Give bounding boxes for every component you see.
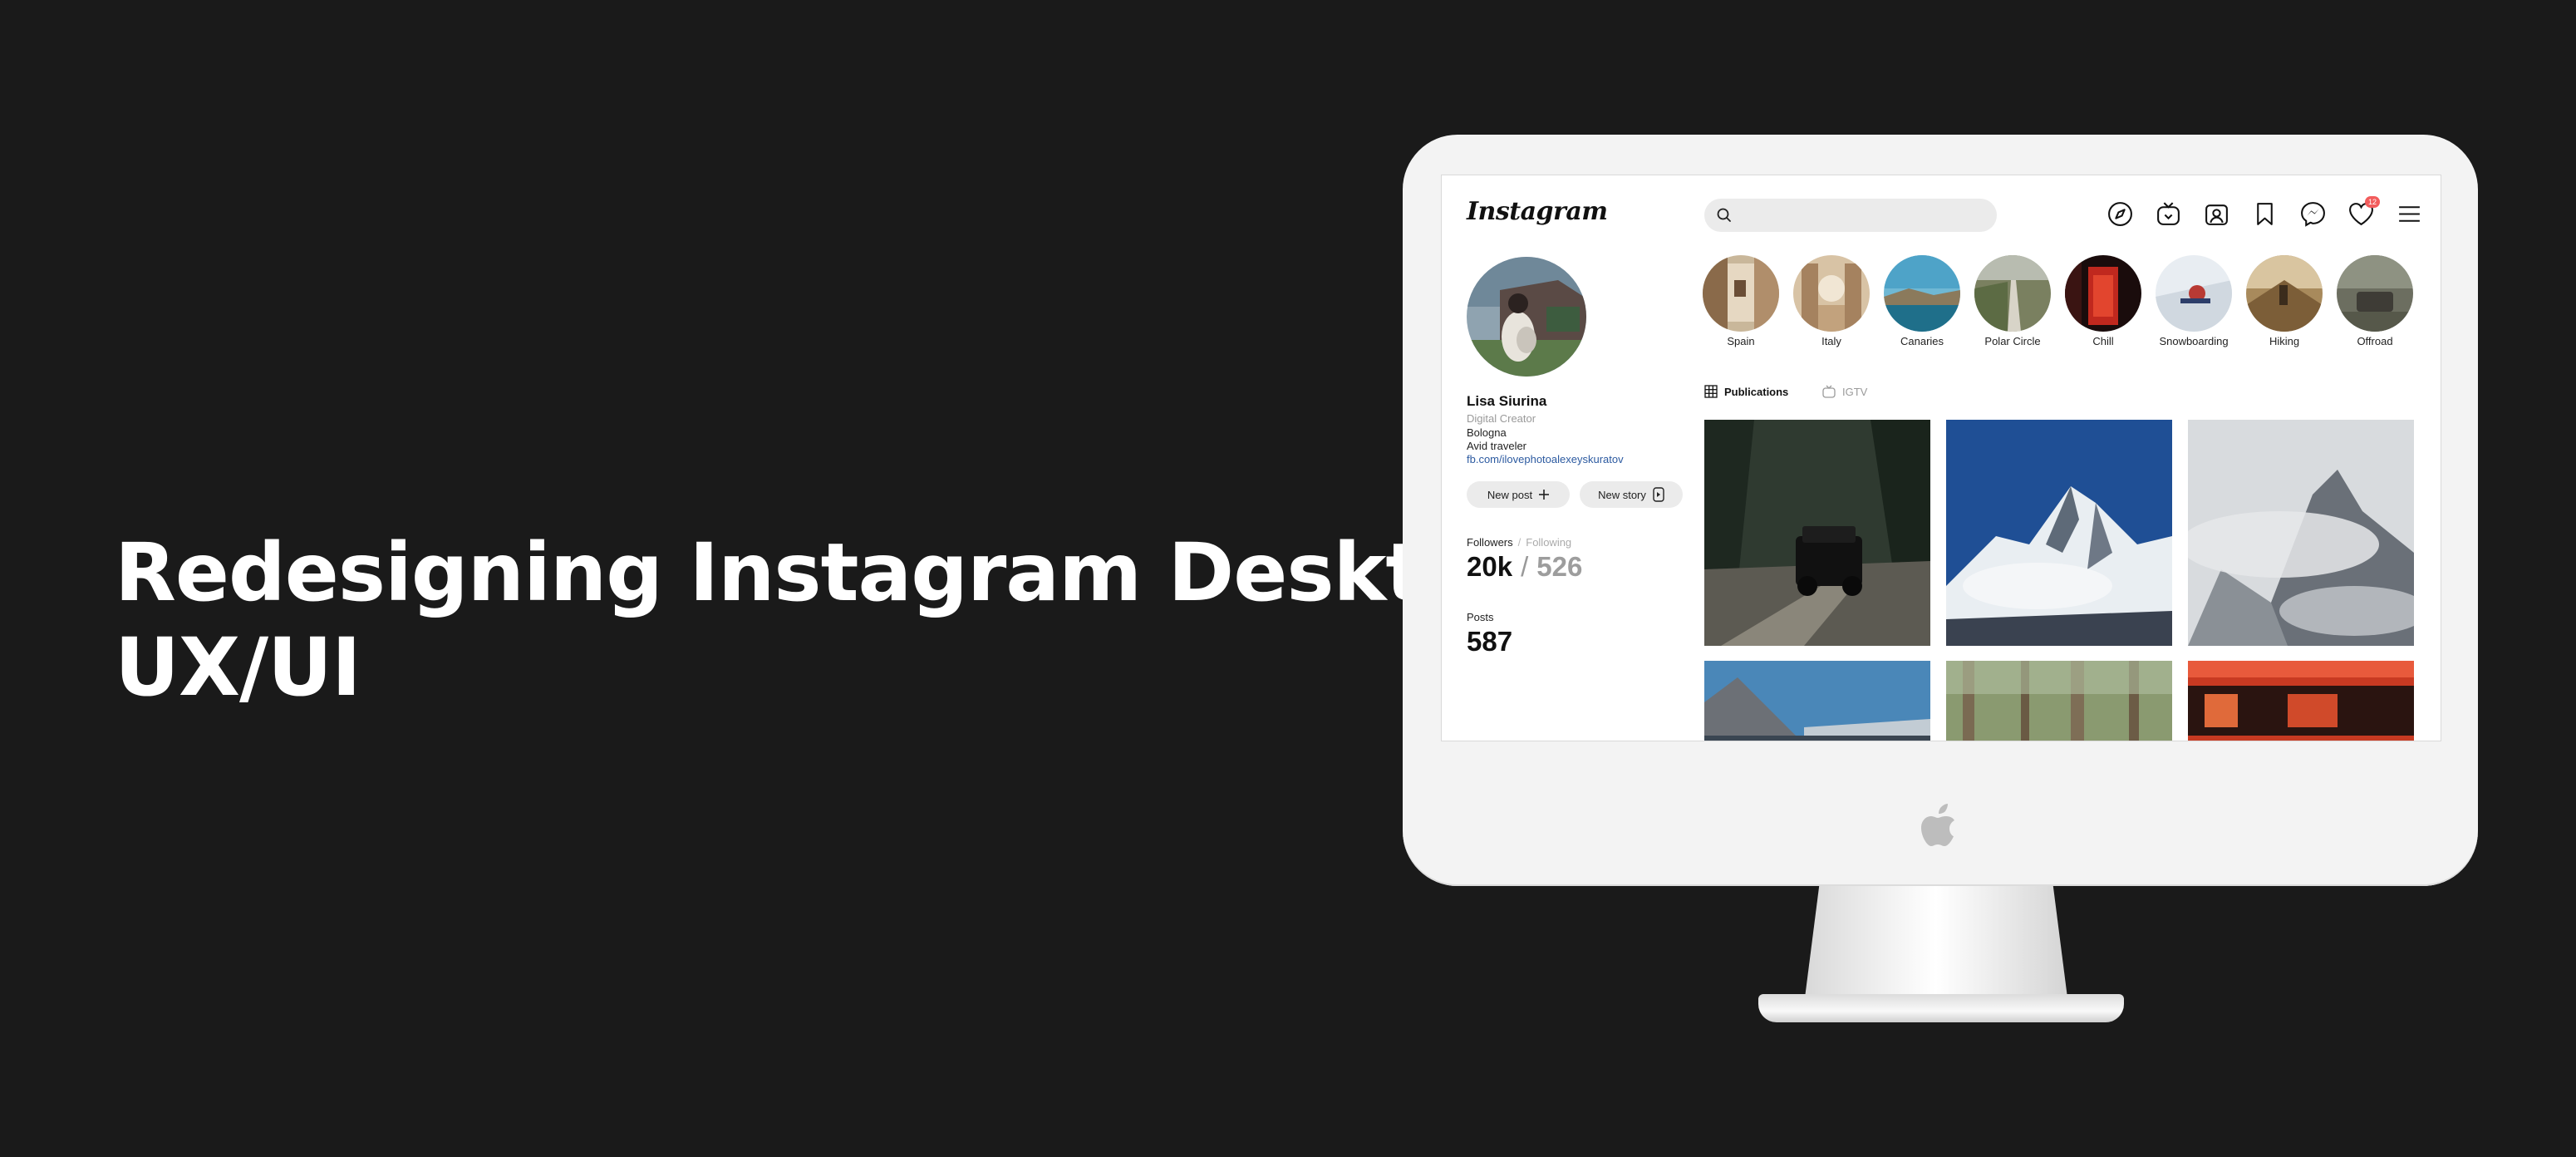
story-highlight[interactable]: Hiking: [2239, 255, 2329, 347]
compass-icon: [2108, 202, 2132, 226]
grid-icon: [1704, 385, 1718, 398]
story-label: Italy: [1821, 335, 1841, 347]
messages-button[interactable]: [2299, 200, 2327, 228]
story-thumbnail: [1884, 255, 1960, 332]
bookmark-icon: [2257, 203, 2273, 225]
saved-button[interactable]: [2251, 200, 2279, 228]
story-label: Spain: [1727, 335, 1755, 347]
headline-line-2: UX/UI: [115, 621, 361, 714]
story-label: Hiking: [2269, 335, 2300, 347]
following-count[interactable]: 526: [1536, 551, 1582, 582]
profile-button[interactable]: [2203, 200, 2230, 228]
story-highlight[interactable]: Polar Circle: [1968, 255, 2057, 347]
story-highlight[interactable]: Snowboarding: [2149, 255, 2239, 347]
top-nav-icons: 12: [2107, 196, 2423, 228]
new-story-label: New story: [1598, 488, 1646, 501]
follow-counts: 20k /526: [1467, 551, 1582, 583]
following-label[interactable]: Following: [1526, 536, 1571, 549]
story-highlight[interactable]: Italy: [1787, 255, 1876, 347]
igtv-button[interactable]: [2155, 200, 2182, 228]
profile-role: Digital Creator: [1467, 412, 1536, 425]
follow-count-separator: /: [1521, 551, 1529, 582]
search-bar[interactable]: [1704, 199, 1997, 232]
menu-icon: [2399, 206, 2420, 222]
story-thumbnail: [2065, 255, 2141, 332]
posts-label: Posts: [1467, 611, 1494, 623]
posts-count: 587: [1467, 626, 1513, 657]
post-thumbnail[interactable]: [1946, 661, 2172, 741]
post-thumbnail[interactable]: [1704, 420, 1930, 646]
search-icon: [1717, 208, 1731, 222]
story-label: Snowboarding: [2159, 335, 2229, 347]
story-add-icon: [1653, 487, 1664, 502]
story-highlight[interactable]: Chill: [2058, 255, 2148, 347]
story-highlight[interactable]: Canaries: [1877, 255, 1967, 347]
new-post-label: New post: [1487, 488, 1533, 501]
notifications-button[interactable]: 12: [2347, 196, 2380, 228]
post-image: [1704, 420, 1930, 646]
story-highlight[interactable]: Offroad: [2330, 255, 2420, 347]
profile-link[interactable]: fb.com/ilovephotoalexeyskuratov: [1467, 453, 1624, 465]
apple-logo-icon: [1921, 804, 1954, 846]
post-thumbnail[interactable]: [1704, 661, 1930, 741]
story-thumbnail: [1703, 255, 1779, 332]
post-thumbnail[interactable]: [2188, 420, 2414, 646]
story-thumbnail: [1974, 255, 2051, 332]
instagram-screen: Instagram 12 Lisa Siurina Digital Creato…: [1441, 175, 2441, 741]
post-image: [1946, 420, 2172, 646]
story-label: Canaries: [1900, 335, 1944, 347]
tab-publications[interactable]: Publications: [1704, 385, 1788, 398]
follow-label-separator: /: [1517, 536, 1522, 549]
notification-badge: 12: [2365, 196, 2380, 208]
igtv-icon: [2157, 202, 2180, 225]
story-label: Chill: [2092, 335, 2114, 347]
imac-stand: [1803, 886, 2069, 1011]
story-thumbnail: [2337, 255, 2413, 332]
story-label: Offroad: [2357, 335, 2393, 347]
instagram-logo[interactable]: Instagram: [1467, 197, 1608, 226]
post-image: [2188, 420, 2414, 646]
post-image: [1946, 661, 2172, 741]
avatar[interactable]: [1467, 257, 1586, 377]
story-thumbnail: [2246, 255, 2323, 332]
tab-igtv[interactable]: IGTV: [1822, 385, 1867, 398]
followers-count[interactable]: 20k: [1467, 551, 1512, 582]
tab-publications-label: Publications: [1724, 385, 1789, 398]
story-label: Polar Circle: [1984, 335, 2041, 347]
plus-icon: [1539, 490, 1550, 500]
headline: Redesigning Instagram Desktop UX/UI: [115, 525, 1534, 715]
tab-igtv-label: IGTV: [1842, 385, 1868, 398]
story-highlight[interactable]: Spain: [1696, 255, 1786, 347]
messenger-icon: [2301, 202, 2325, 227]
post-thumbnail[interactable]: [2188, 661, 2414, 741]
search-input[interactable]: [1741, 204, 1985, 229]
followers-label[interactable]: Followers: [1467, 536, 1513, 549]
igtv-icon: [1822, 385, 1836, 398]
post-thumbnail[interactable]: [1946, 420, 2172, 646]
explore-button[interactable]: [2107, 200, 2134, 228]
post-image: [2188, 661, 2414, 741]
imac-stand-base: [1758, 994, 2124, 1022]
new-story-button[interactable]: New story: [1580, 481, 1683, 508]
story-thumbnail: [2156, 255, 2232, 332]
profile-name: Lisa Siurina: [1467, 393, 1547, 409]
profile-icon: [2205, 204, 2228, 225]
follow-labels: Followers / Following: [1467, 536, 1571, 549]
profile-bio-description: Avid traveler: [1467, 440, 1527, 452]
profile-bio-location: Bologna: [1467, 426, 1507, 439]
menu-button[interactable]: [2396, 200, 2423, 228]
new-post-button[interactable]: New post: [1467, 481, 1570, 508]
post-image: [1704, 661, 1930, 741]
avatar-photo: [1467, 257, 1586, 377]
story-thumbnail: [1793, 255, 1870, 332]
headline-line-1: Redesigning Instagram Desktop: [115, 526, 1534, 619]
